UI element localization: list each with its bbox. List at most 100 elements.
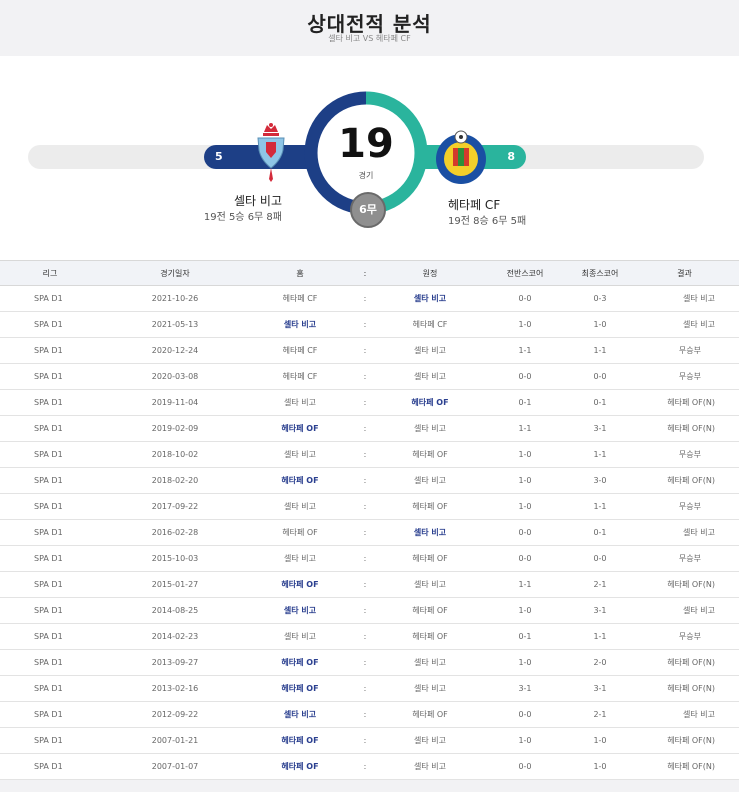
table-row[interactable]: SPA D1 2014-08-25 셀타 비고: 헤타페 OF 1-0 3-1 셀타 비고 [0, 597, 739, 624]
row-home-team[interactable]: 셀타 비고 [250, 623, 350, 650]
row-halftime-score: 3-1 [480, 675, 570, 702]
row-league: SPA D1 [0, 519, 100, 546]
row-fulltime-score: 1-0 [570, 311, 630, 338]
row-result: 헤타페 OF(N) [630, 571, 739, 598]
row-away-team[interactable]: 헤타페 OF [380, 441, 480, 468]
row-home-team[interactable]: 헤타페 OF [250, 571, 350, 598]
row-separator: : [350, 597, 380, 624]
table-row[interactable]: SPA D1 2021-10-26 헤타페 CF: 셀타 비고 0-0 0-3 셀타 비고 [0, 285, 739, 312]
table-row[interactable]: SPA D1 2018-10-02 셀타 비고: 헤타페 OF 1-0 1-1 무승부 [0, 441, 739, 468]
col-header-result[interactable]: 결과 [630, 260, 739, 286]
row-away-team[interactable]: 헤타페 CF [380, 311, 480, 338]
col-header-halftime[interactable]: 전반스코어 [480, 260, 570, 286]
row-separator: : [350, 363, 380, 390]
table-row[interactable]: SPA D1 2013-09-27 헤타페 OF: 셀타 비고 1-0 2-0 헤타페 OF… [0, 649, 739, 676]
row-halftime-score: 1-0 [480, 493, 570, 520]
total-matches: 19 [338, 121, 394, 167]
row-away-team[interactable]: 셀타 비고 [380, 415, 480, 442]
row-separator: : [350, 675, 380, 702]
row-home-team[interactable]: 셀타 비고 [250, 311, 350, 338]
row-halftime-score: 1-0 [480, 467, 570, 494]
row-away-team[interactable]: 셀타 비고 [380, 571, 480, 598]
row-away-team[interactable]: 셀타 비고 [380, 753, 480, 780]
row-league: SPA D1 [0, 493, 100, 520]
row-league: SPA D1 [0, 467, 100, 494]
row-fulltime-score: 1-1 [570, 623, 630, 650]
row-home-team[interactable]: 헤타페 OF [250, 415, 350, 442]
row-date: 2019-11-04 [100, 389, 250, 416]
row-home-team[interactable]: 헤타페 OF [250, 753, 350, 780]
table-row[interactable]: SPA D1 2020-12-24 헤타페 CF: 셀타 비고 1-1 1-1 무승부 [0, 337, 739, 364]
row-league: SPA D1 [0, 363, 100, 390]
col-header-fulltime[interactable]: 최종스코어 [570, 260, 630, 286]
row-away-team[interactable]: 셀타 비고 [380, 727, 480, 754]
row-result: 헤타페 OF(N) [630, 675, 739, 702]
row-halftime-score: 1-0 [480, 597, 570, 624]
celta-vigo-crest-icon [257, 123, 285, 182]
row-fulltime-score: 2-1 [570, 571, 630, 598]
table-row[interactable]: SPA D1 2021-05-13 셀타 비고: 헤타페 CF 1-0 1-0 셀타 비고 [0, 311, 739, 338]
row-home-team[interactable]: 셀타 비고 [250, 597, 350, 624]
table-row[interactable]: SPA D1 2020-03-08 헤타페 CF: 셀타 비고 0-0 0-0 무승부 [0, 363, 739, 390]
row-home-team[interactable]: 셀타 비고 [250, 701, 350, 728]
row-away-team[interactable]: 헤타페 OF [380, 493, 480, 520]
row-away-team[interactable]: 셀타 비고 [380, 467, 480, 494]
home-team-name[interactable]: 셀타 비고 [180, 192, 282, 209]
table-row[interactable]: SPA D1 2016-02-28 헤타페 OF: 셀타 비고 0-0 0-1 셀타 비고 [0, 519, 739, 546]
row-league: SPA D1 [0, 675, 100, 702]
row-league: SPA D1 [0, 597, 100, 624]
row-home-team[interactable]: 셀타 비고 [250, 493, 350, 520]
row-home-team[interactable]: 셀타 비고 [250, 389, 350, 416]
row-away-team[interactable]: 셀타 비고 [380, 519, 480, 546]
row-home-team[interactable]: 헤타페 CF [250, 337, 350, 364]
row-away-team[interactable]: 헤타페 OF [380, 389, 480, 416]
col-header-date[interactable]: 경기일자 [100, 260, 250, 286]
row-league: SPA D1 [0, 337, 100, 364]
row-league: SPA D1 [0, 701, 100, 728]
row-away-team[interactable]: 헤타페 OF [380, 597, 480, 624]
table-row[interactable]: SPA D1 2012-09-22 셀타 비고: 헤타페 OF 0-0 2-1 셀타 비고 [0, 701, 739, 728]
col-header-home[interactable]: 홈 [250, 260, 350, 286]
row-away-team[interactable]: 셀타 비고 [380, 285, 480, 312]
row-fulltime-score: 0-0 [570, 545, 630, 572]
row-fulltime-score: 1-1 [570, 441, 630, 468]
row-separator: : [350, 415, 380, 442]
table-row[interactable]: SPA D1 2019-11-04 셀타 비고: 헤타페 OF 0-1 0-1 헤타페 OF… [0, 389, 739, 416]
table-row[interactable]: SPA D1 2018-02-20 헤타페 OF: 셀타 비고 1-0 3-0 헤타페 OF… [0, 467, 739, 494]
row-home-team[interactable]: 헤타페 OF [250, 467, 350, 494]
row-result: 셀타 비고 [630, 597, 739, 624]
table-row[interactable]: SPA D1 2019-02-09 헤타페 OF: 셀타 비고 1-1 3-1 헤타페 OF… [0, 415, 739, 442]
row-home-team[interactable]: 헤타페 OF [250, 649, 350, 676]
row-separator: : [350, 337, 380, 364]
row-away-team[interactable]: 셀타 비고 [380, 363, 480, 390]
table-row[interactable]: SPA D1 2015-01-27 헤타페 OF: 셀타 비고 1-1 2-1 헤타페 OF… [0, 571, 739, 598]
table-row[interactable]: SPA D1 2007-01-21 헤타페 OF: 셀타 비고 1-0 1-0 헤타페 OF… [0, 727, 739, 754]
row-home-team[interactable]: 셀타 비고 [250, 441, 350, 468]
row-result: 무승부 [630, 623, 739, 650]
table-row[interactable]: SPA D1 2015-10-03 셀타 비고: 헤타페 OF 0-0 0-0 무승부 [0, 545, 739, 572]
table-row[interactable]: SPA D1 2014-02-23 셀타 비고: 헤타페 OF 0-1 1-1 무승부 [0, 623, 739, 650]
row-away-team[interactable]: 셀타 비고 [380, 675, 480, 702]
table-row[interactable]: SPA D1 2017-09-22 셀타 비고: 헤타페 OF 1-0 1-1 무승부 [0, 493, 739, 520]
row-separator: : [350, 519, 380, 546]
row-home-team[interactable]: 헤타페 OF [250, 675, 350, 702]
match-history-table: 리그 경기일자 홈 : 원정 전반스코어 최종스코어 결과 SPA D1 2021… [0, 260, 739, 780]
col-header-league[interactable]: 리그 [0, 260, 100, 286]
row-home-team[interactable]: 헤타페 CF [250, 285, 350, 312]
row-away-team[interactable]: 헤타페 OF [380, 701, 480, 728]
row-away-team[interactable]: 헤타페 OF [380, 545, 480, 572]
row-home-team[interactable]: 헤타페 CF [250, 363, 350, 390]
table-row[interactable]: SPA D1 2007-01-07 헤타페 OF: 셀타 비고 0-0 1-0 헤타페 OF… [0, 753, 739, 780]
getafe-crest-icon [436, 130, 486, 184]
row-date: 2019-02-09 [100, 415, 250, 442]
row-away-team[interactable]: 셀타 비고 [380, 337, 480, 364]
row-home-team[interactable]: 헤타페 OF [250, 519, 350, 546]
col-header-away[interactable]: 원정 [380, 260, 480, 286]
row-home-team[interactable]: 헤타페 OF [250, 727, 350, 754]
row-result: 헤타페 OF(N) [630, 467, 739, 494]
row-away-team[interactable]: 헤타페 OF [380, 623, 480, 650]
row-home-team[interactable]: 셀타 비고 [250, 545, 350, 572]
table-row[interactable]: SPA D1 2013-02-16 헤타페 OF: 셀타 비고 3-1 3-1 헤타페 OF… [0, 675, 739, 702]
row-away-team[interactable]: 셀타 비고 [380, 649, 480, 676]
away-team-name[interactable]: 헤타페 CF [448, 196, 588, 213]
